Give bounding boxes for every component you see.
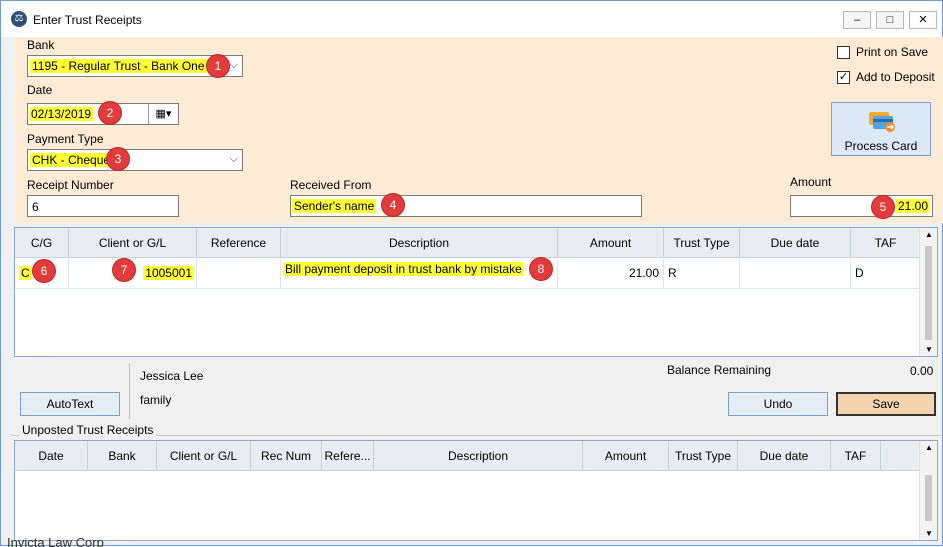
scroll-thumb[interactable]: [925, 246, 932, 340]
column-header[interactable]: Date: [15, 441, 88, 471]
due-date-cell[interactable]: [740, 259, 851, 289]
bank-value: 1195 - Regular Trust - Bank One: [30, 59, 207, 73]
scroll-thumb[interactable]: [925, 475, 932, 521]
chevron-down-icon[interactable]: ▼: [920, 345, 938, 354]
marker-badge: 6: [33, 260, 55, 282]
print-on-save-checkbox[interactable]: [837, 46, 850, 59]
column-header[interactable]: Trust Type: [664, 228, 740, 258]
column-header[interactable]: TAF: [851, 228, 921, 258]
autotext-button[interactable]: AutoText: [20, 392, 120, 416]
unposted-scrollbar[interactable]: ▲ ▼: [919, 441, 937, 540]
grid-header: Date Bank Client or G/L Rec Num Refere..…: [15, 441, 921, 471]
column-header[interactable]: Description: [374, 441, 583, 471]
trust-receipts-window: ⚖ Enter Trust Receipts – □ ✕ Bank 1195 -…: [0, 0, 943, 547]
minimize-button[interactable]: –: [843, 11, 871, 29]
payment-type-value: CHK - Cheque: [30, 153, 113, 167]
chevron-up-icon[interactable]: ▲: [920, 230, 938, 239]
chevron-down-icon: ⌵: [229, 153, 238, 165]
save-button[interactable]: Save: [836, 392, 936, 416]
column-header[interactable]: Rec Num: [251, 441, 322, 471]
print-on-save-label: Print on Save: [856, 45, 929, 59]
balance-label: Balance Remaining: [667, 363, 772, 377]
column-header[interactable]: TAF: [831, 441, 881, 471]
column-header[interactable]: Trust Type: [669, 441, 738, 471]
close-button[interactable]: ✕: [909, 11, 937, 29]
marker-badge: 7: [113, 259, 135, 281]
calendar-icon[interactable]: ▦▾: [148, 104, 178, 124]
receipt-number-value: 6: [32, 200, 39, 214]
receipt-number-label: Receipt Number: [27, 178, 114, 192]
trust-type-cell[interactable]: R: [664, 259, 740, 289]
marker-badge: 2: [99, 102, 121, 124]
column-header[interactable]: Amount: [583, 441, 669, 471]
column-header[interactable]: Due date: [738, 441, 831, 471]
chevron-down-icon[interactable]: ▼: [920, 529, 938, 538]
maximize-button[interactable]: □: [876, 11, 904, 29]
date-label: Date: [27, 83, 53, 97]
column-header[interactable]: Description: [281, 228, 558, 258]
scales-icon: ⚖: [11, 11, 27, 27]
marker-badge: 5: [872, 196, 894, 218]
add-to-deposit-label: Add to Deposit: [856, 70, 935, 84]
chevron-down-icon: ⌵: [229, 59, 238, 71]
grid-header: C/G Client or G/L Reference Description …: [15, 228, 921, 258]
unposted-grid: Date Bank Client or G/L Rec Num Refere..…: [14, 440, 938, 541]
marker-badge: 8: [530, 258, 552, 280]
reference-cell[interactable]: [197, 259, 281, 289]
column-header[interactable]: Client or G/L: [157, 441, 251, 471]
receipt-entry-grid: C/G Client or G/L Reference Description …: [14, 227, 938, 357]
undo-button[interactable]: Undo: [728, 392, 828, 416]
chevron-up-icon[interactable]: ▲: [920, 443, 938, 452]
column-header[interactable]: Bank: [88, 441, 157, 471]
taf-cell[interactable]: D: [851, 259, 921, 289]
column-header[interactable]: Reference: [197, 228, 281, 258]
marker-badge: 1: [207, 55, 229, 77]
column-header[interactable]: Refere...: [322, 441, 374, 471]
unposted-title: Unposted Trust Receipts: [19, 423, 157, 437]
process-card-label: Process Card: [844, 139, 918, 153]
bank-label: Bank: [27, 38, 55, 52]
received-from-label: Received From: [290, 178, 372, 192]
matter-name: family: [140, 393, 172, 407]
add-to-deposit-checkbox[interactable]: ✓: [837, 71, 850, 84]
date-value: 02/13/2019: [29, 107, 94, 121]
column-header[interactable]: C/G: [15, 228, 69, 258]
window-title: Enter Trust Receipts: [33, 13, 142, 27]
credit-card-icon: [869, 112, 895, 132]
received-from-value: Sender's name: [292, 199, 377, 213]
grid-scrollbar[interactable]: ▲ ▼: [919, 228, 937, 356]
balance-value: 0.00: [910, 364, 934, 378]
received-from-field[interactable]: Sender's name: [290, 195, 642, 217]
amount-value: 21.00: [895, 199, 930, 213]
column-header[interactable]: Client or G/L: [69, 228, 197, 258]
process-card-button[interactable]: Process Card: [831, 102, 931, 156]
column-header[interactable]: Due date: [740, 228, 851, 258]
amount-label: Amount: [790, 175, 832, 189]
title-bar: ⚖ Enter Trust Receipts – □ ✕: [1, 1, 942, 37]
payment-type-label: Payment Type: [27, 132, 104, 146]
column-header[interactable]: Amount: [558, 228, 664, 258]
receipt-number-field[interactable]: 6: [27, 195, 179, 217]
payment-type-dropdown[interactable]: CHK - Cheque ⌵: [27, 149, 243, 171]
marker-badge: 3: [107, 148, 129, 170]
description-cell[interactable]: Bill payment deposit in trust bank by mi…: [281, 259, 558, 289]
amount-field[interactable]: 21.00: [790, 195, 933, 217]
amount-cell[interactable]: 21.00: [558, 259, 664, 289]
client-name: Jessica Lee: [140, 369, 204, 383]
divider: [129, 363, 130, 419]
marker-badge: 4: [382, 194, 404, 216]
